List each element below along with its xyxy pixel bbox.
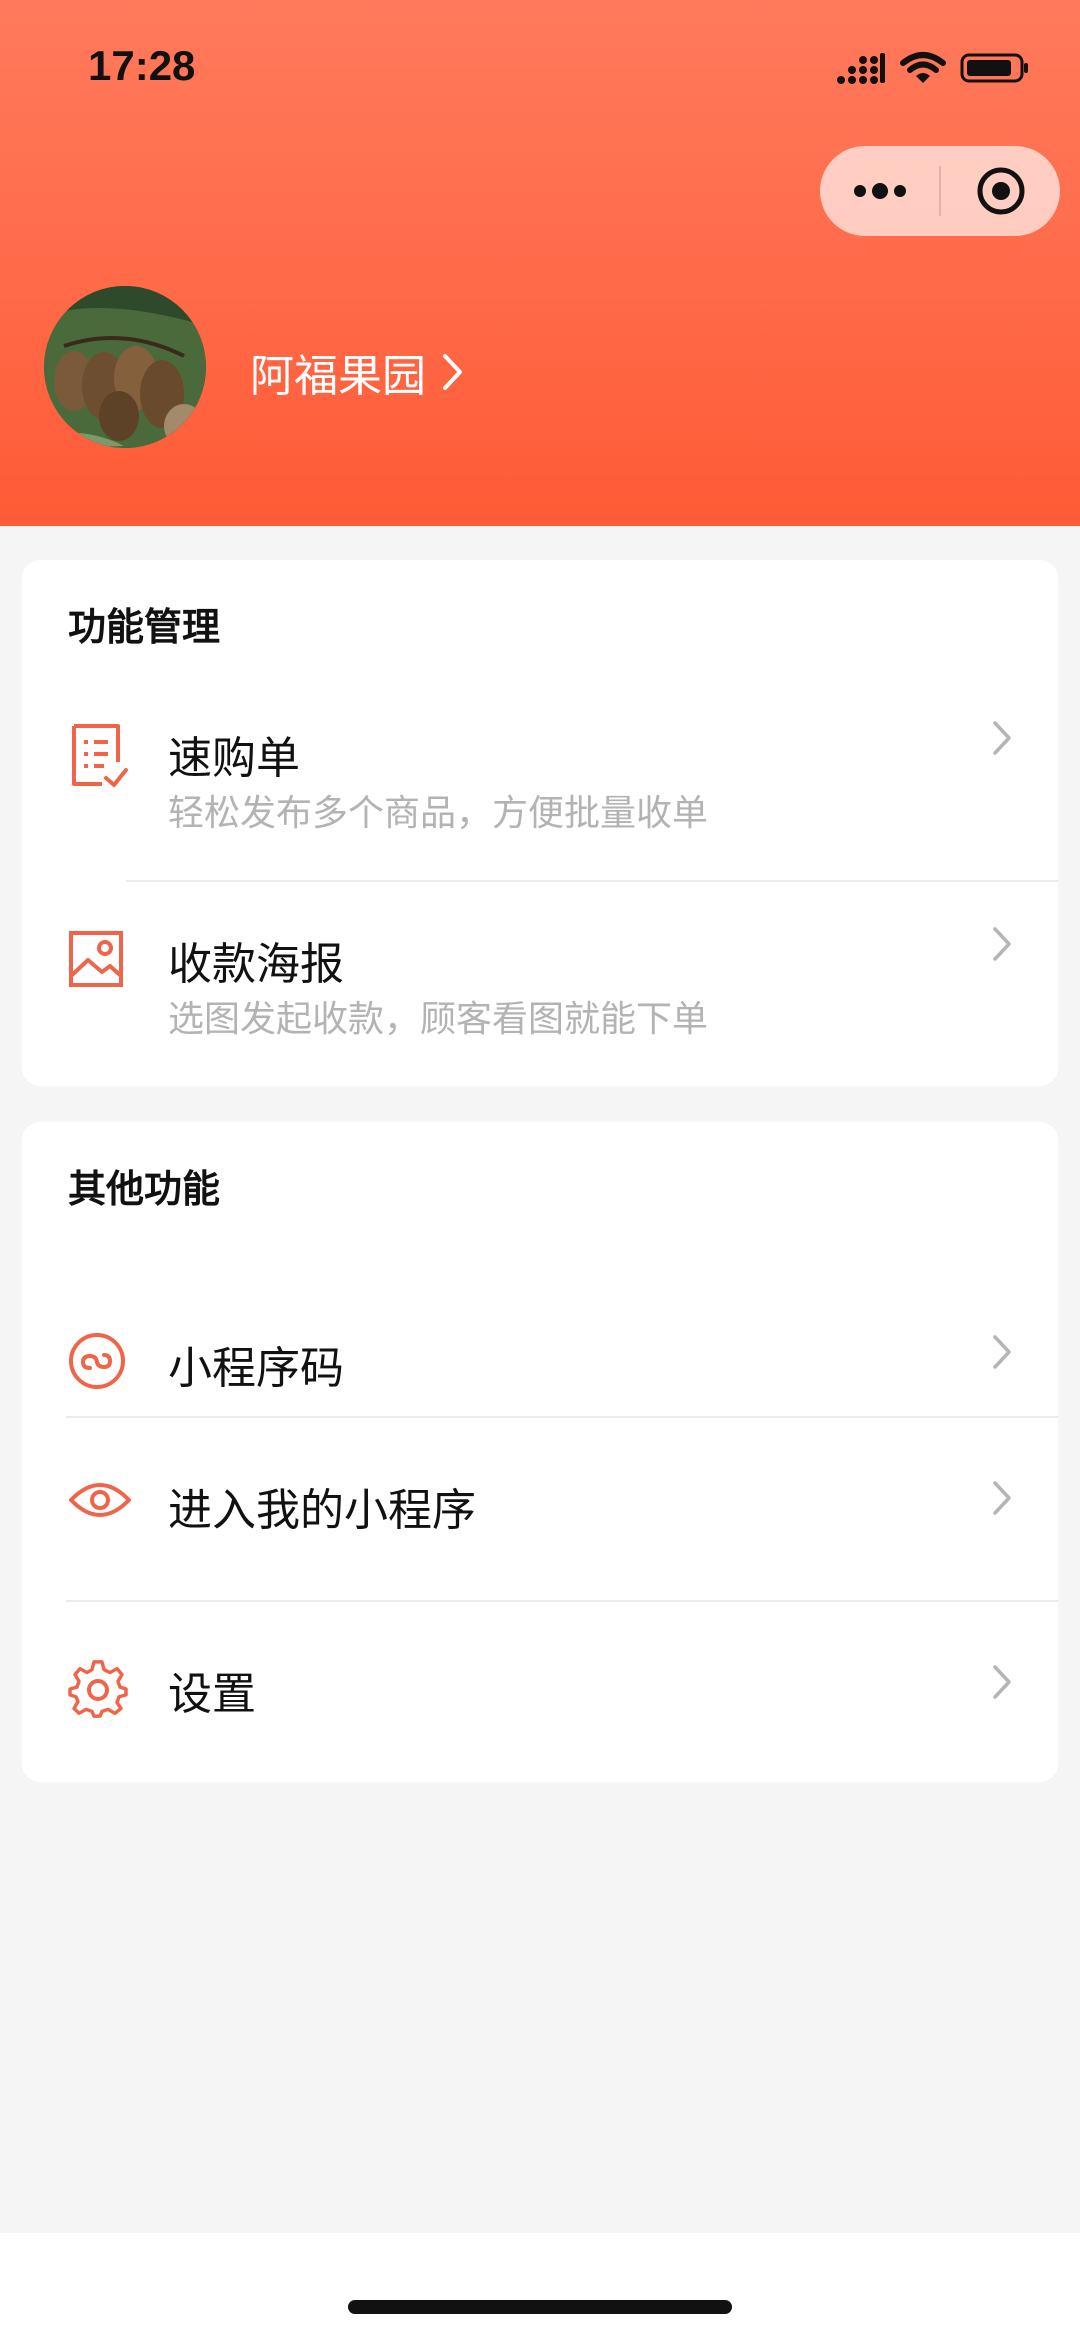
section-title: 其他功能 <box>68 1167 221 1211</box>
quick-order-item[interactable]: 速购单 轻松发布多个商品，方便批量收单 <box>22 680 1058 880</box>
item-title: 设置 <box>168 1669 256 1720</box>
status-time: 17:28 <box>88 42 196 89</box>
item-title: 收款海报 <box>168 939 344 990</box>
gear-icon <box>68 1660 128 1718</box>
more-button[interactable] <box>820 146 939 236</box>
home-indicator[interactable] <box>348 2300 732 2314</box>
miniprogram-icon <box>69 1333 125 1389</box>
checklist-icon <box>72 724 128 787</box>
section-title: 功能管理 <box>68 605 221 649</box>
item-subtitle: 选图发起收款，顾客看图就能下单 <box>168 999 709 1040</box>
chevron-right-icon <box>993 927 1011 961</box>
payment-poster-item[interactable]: 收款海报 选图发起收款，顾客看图就能下单 <box>22 882 1058 1086</box>
more-dots-icon <box>853 183 906 199</box>
shop-name-link[interactable]: 阿福果园 <box>250 340 464 404</box>
avatar[interactable] <box>44 286 206 448</box>
status-icons <box>836 48 1030 88</box>
status-bar: 17:28 <box>0 0 1080 130</box>
other-functions-card: 其他功能 小程序码 进入我的小程序 设置 <box>22 1122 1058 1782</box>
wifi-icon <box>900 52 946 83</box>
home-indicator-area <box>0 2233 1080 2337</box>
item-subtitle: 轻松发布多个商品，方便批量收单 <box>168 793 709 834</box>
battery-icon <box>960 53 1028 83</box>
cellular-signal-icon <box>837 53 885 84</box>
chevron-right-icon <box>993 1665 1011 1699</box>
target-circle-icon <box>977 167 1024 215</box>
shop-name: 阿福果园 <box>250 351 426 402</box>
chevron-right-icon <box>993 721 1011 755</box>
image-icon <box>69 931 123 987</box>
miniprogram-capsule <box>820 146 1060 236</box>
item-title: 进入我的小程序 <box>168 1485 476 1536</box>
chevron-right-icon <box>993 1481 1011 1515</box>
eye-icon <box>69 1483 131 1517</box>
item-title: 小程序码 <box>168 1343 344 1394</box>
close-button[interactable] <box>941 146 1060 236</box>
chevron-right-icon <box>443 354 462 390</box>
enter-miniprogram-item[interactable]: 进入我的小程序 <box>22 1418 1058 1600</box>
chevron-right-icon <box>993 1335 1011 1369</box>
settings-item[interactable]: 设置 <box>22 1602 1058 1782</box>
item-title: 速购单 <box>168 733 300 784</box>
function-management-card: 功能管理 速购单 轻松发布多个商品，方便批量收单 收款海报 选图发起收款，顾客看… <box>22 560 1058 1086</box>
